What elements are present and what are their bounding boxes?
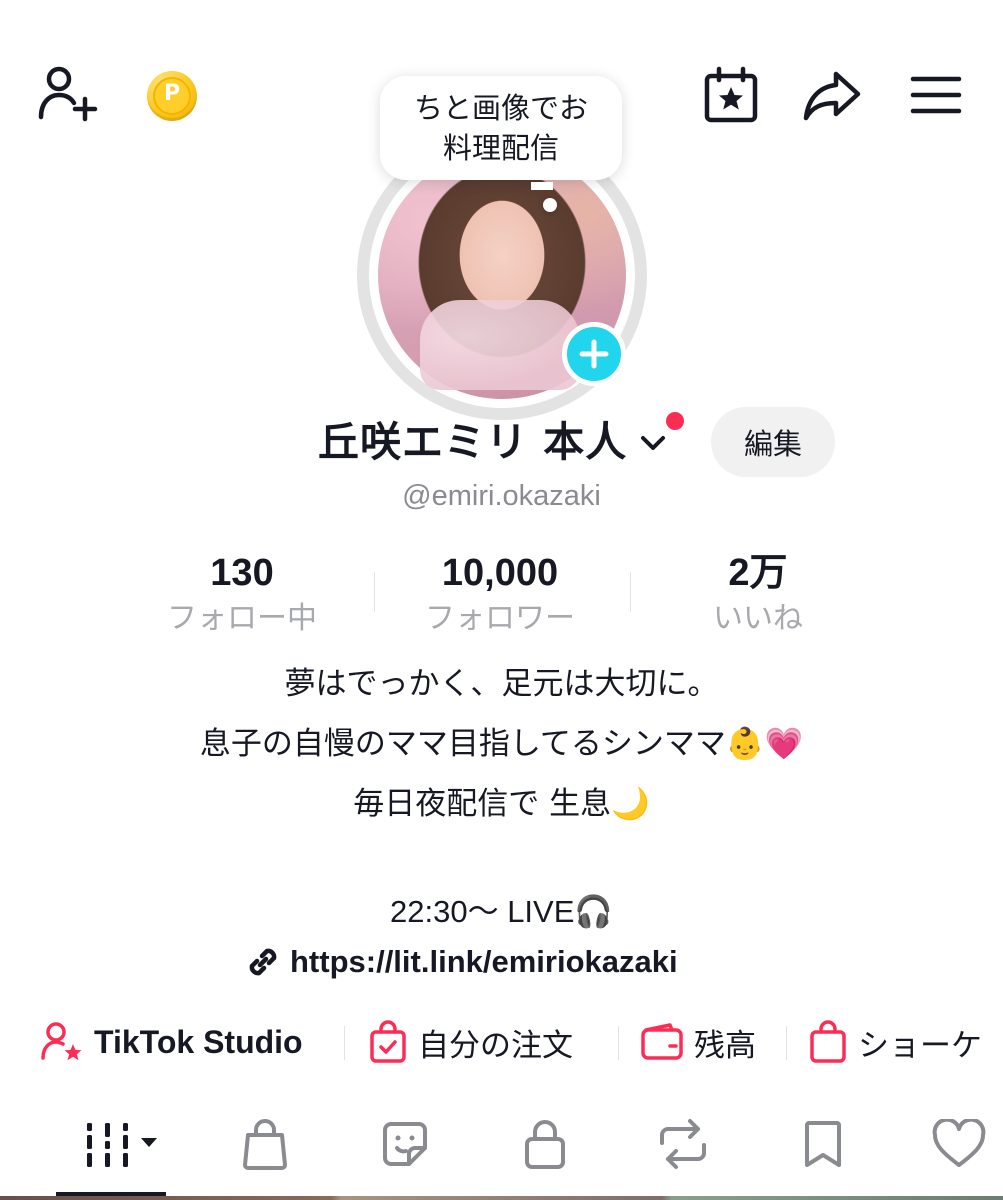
video-grid-preview bbox=[0, 1196, 1003, 1200]
shopping-bag-icon bbox=[243, 1119, 287, 1170]
likes-label: いいね bbox=[713, 601, 803, 636]
add-friend-button[interactable] bbox=[36, 62, 100, 126]
tab-shop[interactable] bbox=[232, 1112, 298, 1176]
person-plus-icon bbox=[38, 66, 98, 122]
plus-icon bbox=[579, 339, 609, 369]
link-icon bbox=[249, 948, 277, 976]
account-switcher-button[interactable] bbox=[636, 426, 670, 460]
tool-showcase[interactable]: ショーケ bbox=[808, 1018, 982, 1066]
following-label: フォロー中 bbox=[167, 601, 317, 636]
bio-link-text: https://lit.link/emiriokazaki bbox=[290, 944, 678, 979]
p-coin-icon: P bbox=[147, 71, 197, 121]
calendar-star-icon bbox=[704, 66, 758, 123]
bio-link[interactable]: https://lit.link/emiriokazaki bbox=[244, 940, 678, 984]
coin-letter: P bbox=[153, 77, 191, 115]
likes-count: 2万 bbox=[728, 552, 788, 594]
tool-label: 残高 bbox=[694, 1027, 756, 1064]
person-star-icon bbox=[41, 1022, 82, 1061]
edit-profile-button[interactable]: 編集 bbox=[711, 407, 835, 477]
following-count: 130 bbox=[210, 552, 274, 594]
bubble-dot bbox=[543, 198, 557, 212]
stat-following[interactable]: 130 フォロー中 bbox=[112, 548, 372, 640]
tab-reposts[interactable] bbox=[648, 1112, 718, 1176]
followers-count: 10,000 bbox=[441, 552, 559, 594]
tool-my-orders[interactable]: 自分の注文 bbox=[368, 1018, 573, 1066]
grid-bars-icon bbox=[87, 1123, 157, 1167]
menu-button[interactable] bbox=[908, 70, 964, 120]
bio-line: 夢はでっかく、足元は大切に。 bbox=[284, 666, 719, 702]
tool-label: ショーケ bbox=[858, 1027, 982, 1064]
lock-icon bbox=[525, 1120, 565, 1169]
notification-dot bbox=[666, 412, 684, 430]
bubble-tail bbox=[531, 182, 553, 190]
username: @emiri.okazaki bbox=[402, 480, 601, 512]
repost-icon bbox=[660, 1119, 706, 1169]
shopping-bag-icon bbox=[810, 1020, 846, 1063]
avatar-photo-detail bbox=[420, 300, 580, 390]
add-story-button[interactable] bbox=[562, 322, 626, 386]
tool-label: 自分の注文 bbox=[418, 1027, 573, 1064]
tab-stickers[interactable] bbox=[372, 1112, 438, 1176]
chevron-down-icon bbox=[641, 436, 665, 450]
tool-balance[interactable]: 残高 bbox=[640, 1018, 756, 1066]
sticker-icon bbox=[383, 1122, 427, 1166]
tab-private[interactable] bbox=[512, 1112, 578, 1176]
tool-tiktok-studio[interactable]: TikTok Studio bbox=[40, 1018, 303, 1066]
share-arrow-icon bbox=[803, 71, 861, 121]
bag-check-icon bbox=[370, 1020, 406, 1063]
share-button[interactable] bbox=[800, 66, 864, 126]
coin-button[interactable]: P bbox=[146, 70, 198, 122]
tool-divider bbox=[618, 1026, 619, 1060]
heart-icon bbox=[932, 1119, 986, 1167]
bio-line: 毎日夜配信で 生息🌙 bbox=[353, 786, 650, 822]
bio-live-schedule: 22:30〜 LIVE🎧 bbox=[390, 894, 613, 929]
profile-note-bubble[interactable]: ちと画像でお 料理配信 bbox=[380, 76, 622, 180]
display-name: 丘咲エミリ 本人 bbox=[318, 418, 628, 466]
wallet-icon bbox=[641, 1023, 683, 1060]
tool-divider bbox=[786, 1026, 787, 1060]
tab-videos[interactable] bbox=[70, 1112, 170, 1176]
stat-likes[interactable]: 2万 いいね bbox=[628, 548, 888, 640]
stat-followers[interactable]: 10,000 フォロワー bbox=[370, 548, 630, 640]
tab-saved[interactable] bbox=[790, 1112, 856, 1176]
bookmark-icon bbox=[805, 1121, 841, 1167]
tool-label: TikTok Studio bbox=[94, 1023, 303, 1060]
bio-line: 息子の自慢のママ目指してるシンママ👶💗 bbox=[199, 726, 804, 762]
calendar-button[interactable] bbox=[700, 64, 762, 126]
followers-label: フォロワー bbox=[425, 601, 575, 636]
tool-divider bbox=[344, 1026, 345, 1060]
tab-liked[interactable] bbox=[926, 1112, 992, 1176]
hamburger-menu-icon bbox=[910, 76, 962, 114]
